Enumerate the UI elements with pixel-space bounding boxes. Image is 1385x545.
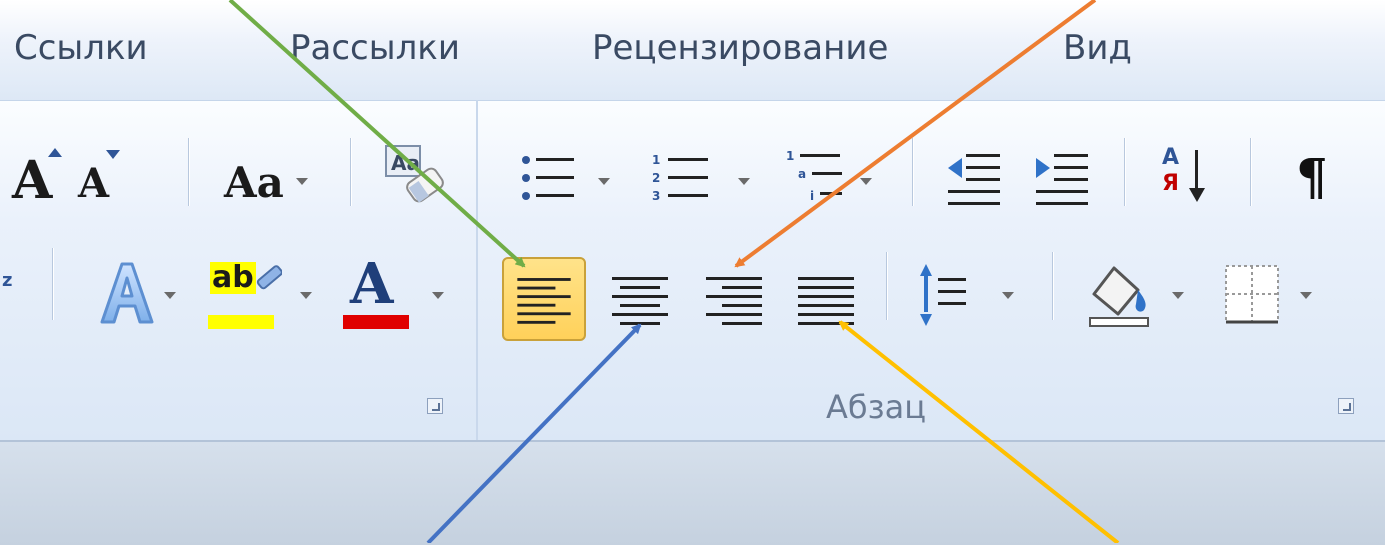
annotation-arrows: [228, 0, 1120, 543]
green-arrow: [228, 0, 526, 268]
orange-arrow: [734, 0, 1097, 268]
blue-arrow: [426, 323, 642, 543]
yellow-arrow: [838, 320, 1120, 543]
